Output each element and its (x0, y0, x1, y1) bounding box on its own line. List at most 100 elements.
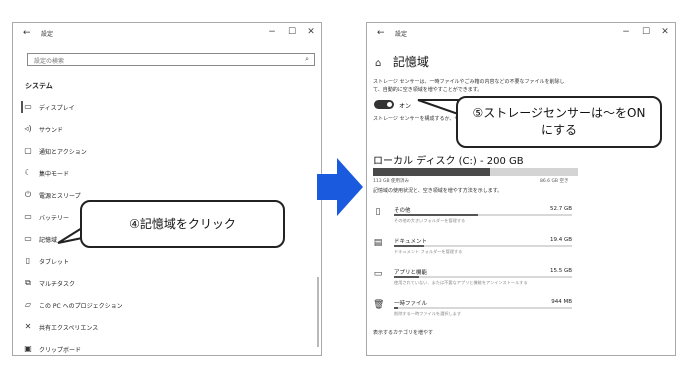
category-bar (394, 245, 572, 247)
callout-click-storage: ④記憶域をクリック (80, 200, 285, 248)
search-icon: ⌕ (305, 55, 309, 63)
category-name: ドキュメント (394, 239, 428, 245)
settings-window-system: ← 設定 − ☐ ✕ 設定の検索 ⌕ システム ▭ ディスプレイ ◃) サウンド… (12, 22, 322, 356)
category-bar (394, 307, 572, 309)
nav-item-display[interactable]: ▭ ディスプレイ (21, 100, 221, 114)
disk-usage-bar (373, 168, 578, 176)
used-space-label: 113 GB 使用済み (373, 179, 410, 184)
nav-item-focus[interactable]: ☾ 集中モード (21, 166, 221, 180)
projection-icon: ▱ (24, 300, 32, 309)
category-size: 52.7 GB (549, 206, 572, 212)
category-bar-fill (394, 245, 425, 247)
window-title: 設定 (41, 31, 54, 38)
nav-item-projection[interactable]: ▱ この PC へのプロジェクション (21, 298, 221, 312)
search-input[interactable]: 設定の検索 ⌕ (27, 53, 315, 66)
nav-label: 通知とアクション (39, 149, 87, 156)
nav-label: タブレット (39, 259, 70, 266)
other-icon: ▯ (375, 207, 381, 217)
minimize-button[interactable]: − (265, 27, 279, 37)
free-space-label: 86.6 GB 空き (540, 179, 569, 184)
nav-item-multitask[interactable]: ⧉ マルチタスク (21, 276, 221, 290)
close-button[interactable]: ✕ (304, 27, 318, 37)
title-bar: ← 設定 − ☐ ✕ (367, 23, 675, 45)
search-placeholder: 設定の検索 (34, 58, 65, 65)
category-other[interactable]: ▯ その他 52.7 GB その他の大きいフォルダーを管理する (373, 205, 578, 237)
maximize-button[interactable]: ☐ (285, 27, 299, 37)
storage-icon: ▭ (24, 234, 32, 243)
page-title-text: 記憶域 (392, 55, 429, 69)
category-bar-fill (394, 307, 398, 309)
nav-label: サウンド (39, 127, 64, 134)
nav-label: 電源とスリープ (39, 193, 81, 200)
callout-turn-on-storage-sense: ⑤ストレージセンサーは～をON にする (456, 96, 662, 148)
category-bar (394, 214, 572, 216)
category-description: その他の大きいフォルダーを管理する (394, 218, 466, 223)
storage-sense-toggle[interactable] (374, 100, 394, 109)
nav-item-sound[interactable]: ◃) サウンド (21, 122, 221, 136)
category-name: 一時ファイル (394, 301, 428, 307)
category-name: その他 (394, 208, 411, 214)
category-bar-fill (394, 276, 419, 278)
minimize-button[interactable]: − (619, 27, 633, 37)
page-title: ⌂ 記憶域 (375, 53, 429, 70)
power-icon: ⏻ (24, 190, 32, 199)
category-description: ドキュメント フォルダーを管理する (394, 249, 463, 254)
notification-icon: ▢ (24, 146, 32, 155)
category-apps[interactable]: ▭ アプリと機能 15.5 GB 使用されていない、または不要なアプリと機能をア… (373, 267, 578, 299)
nav-label: 共有エクスペリエンス (39, 325, 99, 332)
show-more-categories-link[interactable]: 表示するカテゴリを増やす (373, 329, 433, 336)
section-heading: システム (25, 82, 53, 90)
moon-icon: ☾ (24, 168, 32, 177)
disk-title: ローカル ディスク (C:) - 200 GB (373, 156, 524, 167)
nav-item-tablet[interactable]: ▯ タブレット (21, 254, 221, 268)
trash-icon: 🗑 (373, 300, 385, 310)
nav-label: 集中モード (39, 171, 70, 178)
nav-label: この PC へのプロジェクション (39, 303, 123, 310)
home-icon: ⌂ (375, 58, 382, 69)
monitor-icon: ▭ (24, 102, 32, 111)
disk-usage-fill (373, 168, 490, 176)
description-line: て、自動的に空き領域を増やすことができます。 (373, 87, 483, 93)
description-line: ストレージ センサーは、一時ファイルやごみ箱の内容などの不要なファイルを削除し (373, 79, 565, 85)
category-size: 15.5 GB (549, 268, 572, 274)
toggle-label: オン (399, 103, 412, 110)
share-icon: ✕ (24, 322, 32, 331)
scrollbar[interactable] (317, 277, 319, 347)
category-description: 削除する一時ファイルを選択します (394, 311, 462, 316)
category-name: アプリと機能 (394, 270, 428, 276)
battery-icon: ▭ (24, 212, 32, 221)
nav-label: クリップボード (39, 347, 82, 354)
speaker-icon: ◃) (24, 124, 32, 133)
category-size: 19.4 GB (549, 237, 572, 243)
tablet-icon: ▯ (25, 256, 31, 265)
callout-line: ⑤ストレージセンサーは～をON (472, 106, 646, 120)
clipboard-icon: ▣ (24, 344, 32, 353)
disk-info-text: 記憶域の使用状況と、空き領域を増やす方法を示します。 (373, 188, 503, 194)
nav-item-shared[interactable]: ✕ 共有エクスペリエンス (21, 320, 221, 334)
document-icon: ▤ (373, 238, 383, 248)
category-bar (394, 276, 572, 278)
title-bar: ← 設定 − ☐ ✕ (13, 23, 321, 45)
back-arrow-icon[interactable]: ← (377, 28, 385, 38)
settings-window-storage: ← 設定 − ☐ ✕ ⌂ 記憶域 ストレージ センサーは、一時ファイルやごみ箱の… (366, 22, 676, 356)
storage-sense-description: ストレージ センサーは、一時ファイルやごみ箱の内容などの不要なファイルを削除し … (373, 78, 583, 94)
nav-label: ディスプレイ (39, 105, 75, 112)
category-temp-files[interactable]: 🗑 一時ファイル 944 MB 削除する一時ファイルを選択します (373, 298, 578, 330)
category-description: 使用されていない、または不要なアプリと機能をアンインストールする (394, 280, 528, 285)
apps-icon: ▭ (373, 269, 383, 279)
category-size: 944 MB (551, 299, 572, 305)
nav-item-clipboard[interactable]: ▣ クリップボード (21, 342, 221, 355)
category-bar-fill (394, 214, 478, 216)
back-arrow-icon[interactable]: ← (23, 28, 31, 38)
callout-pointer-icon (417, 99, 459, 116)
nav-item-notifications[interactable]: ▢ 通知とアクション (21, 144, 221, 158)
maximize-button[interactable]: ☐ (639, 27, 653, 37)
category-documents[interactable]: ▤ ドキュメント 19.4 GB ドキュメント フォルダーを管理する (373, 236, 578, 268)
direction-arrow-icon (317, 158, 363, 216)
callout-line: にする (540, 123, 578, 137)
nav-label: マルチタスク (39, 281, 76, 288)
close-button[interactable]: ✕ (658, 27, 672, 37)
window-title: 設定 (395, 31, 408, 38)
multitask-icon: ⧉ (25, 278, 31, 287)
nav-label: バッテリー (39, 215, 70, 222)
